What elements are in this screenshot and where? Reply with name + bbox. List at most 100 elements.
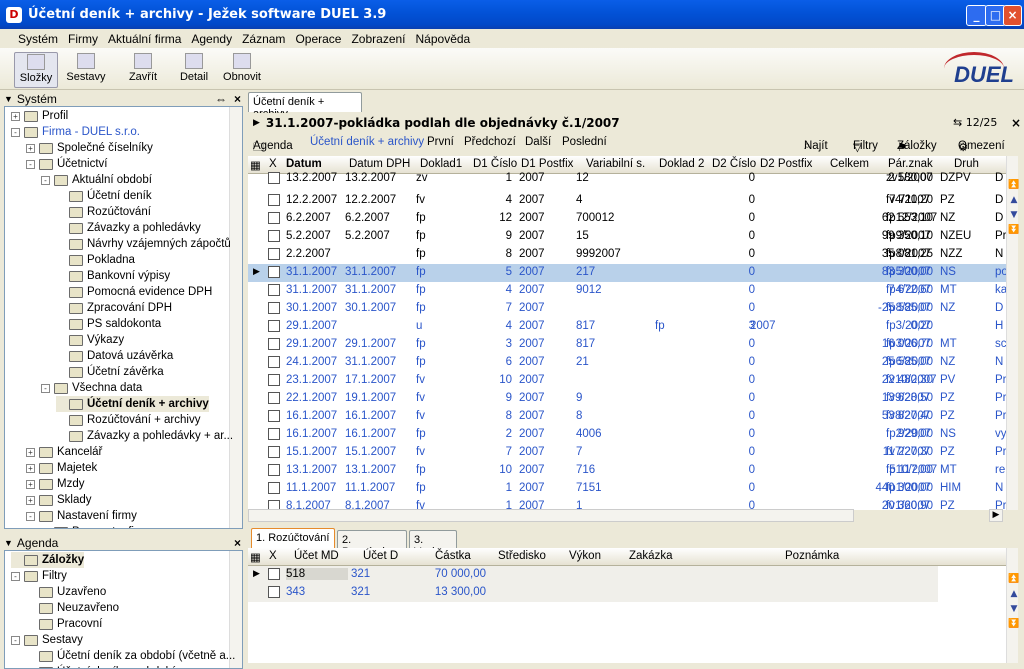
expand-toggle-icon[interactable]: - bbox=[41, 383, 50, 393]
expand-toggle-icon[interactable]: + bbox=[26, 143, 35, 153]
last-button[interactable]: Poslední bbox=[562, 136, 607, 148]
table-row[interactable]: 13.2.2007 13.2.2007 zv 1 2007 12 0 2 580,00 zv1/… bbox=[248, 170, 1006, 188]
row-checkbox[interactable] bbox=[268, 172, 280, 184]
expand-arrow-icon[interactable]: ▶ bbox=[253, 118, 260, 128]
row-checkbox[interactable] bbox=[268, 248, 280, 260]
grid-hscrollbar[interactable] bbox=[248, 509, 854, 522]
row-checkbox[interactable] bbox=[268, 482, 280, 494]
collapse-icon[interactable]: ▼ bbox=[4, 94, 13, 104]
column-header[interactable]: D1 Číslo bbox=[473, 158, 517, 170]
expand-toggle-icon[interactable]: - bbox=[26, 159, 35, 169]
menu-item[interactable]: Záznam bbox=[242, 32, 285, 46]
row-checkbox[interactable] bbox=[268, 410, 280, 422]
tree-item[interactable]: Uzavřeno bbox=[26, 584, 106, 600]
column-header[interactable]: Druh bbox=[954, 158, 979, 170]
tree-item[interactable]: Závazky a pohledávky bbox=[56, 220, 201, 236]
expand-toggle-icon[interactable]: + bbox=[26, 495, 35, 505]
refresh-button[interactable]: Obnovit bbox=[220, 52, 264, 88]
column-header[interactable]: Doklad 2 bbox=[659, 158, 704, 170]
row-checkbox[interactable] bbox=[268, 194, 280, 206]
expand-toggle-icon[interactable]: + bbox=[26, 479, 35, 489]
row-checkbox[interactable] bbox=[268, 428, 280, 440]
tree-item[interactable]: - Aktuální období bbox=[41, 172, 152, 188]
table-row[interactable]: 12.2.2007 12.2.2007 fv 4 2007 4 0 7 711,20 fv4/2… bbox=[248, 192, 1006, 210]
first-button[interactable]: První bbox=[427, 136, 454, 148]
tree-item[interactable]: Pomocná evidence DPH bbox=[56, 284, 212, 300]
tree-item[interactable]: Neuzavřeno bbox=[26, 600, 119, 616]
table-row[interactable]: 29.1.2007 u 4 2007 817 fp 3 2007 0,20 fp3/2007 H bbox=[248, 318, 1006, 336]
tree-item[interactable]: Pokladna bbox=[56, 252, 135, 268]
app-icon[interactable]: D bbox=[6, 6, 22, 23]
folders-button[interactable]: Složky bbox=[14, 52, 58, 88]
row-checkbox[interactable] bbox=[268, 464, 280, 476]
detail-button[interactable]: Detail bbox=[176, 52, 212, 88]
settings-icon[interactable]: ▦ bbox=[250, 550, 261, 564]
next-button[interactable]: Další bbox=[525, 136, 551, 148]
tree-item[interactable]: - Filtry bbox=[11, 568, 67, 584]
column-header[interactable]: Částka bbox=[435, 550, 471, 562]
table-row[interactable]: 5.2.2007 5.2.2007 fp 9 2007 15 0 99 350,10 fp9/2… bbox=[248, 228, 1006, 246]
detail-scroll-down-icon[interactable]: ▼ bbox=[1008, 604, 1020, 614]
scroll-last-icon[interactable]: ⏬ bbox=[1008, 225, 1020, 235]
tree-item[interactable]: Účetní deník + archivy bbox=[56, 396, 209, 412]
table-row[interactable]: 13.1.2007 13.1.2007 fp 10 2007 716 0 5 117,00 fp… bbox=[248, 462, 1006, 480]
table-row[interactable]: 24.1.2007 31.1.2007 fp 6 2007 21 0 25 585,00 fp6… bbox=[248, 354, 1006, 372]
tab-vazby[interactable]: 3. Vazby bbox=[409, 530, 457, 558]
close-doc-button[interactable]: Zavřít bbox=[122, 52, 164, 88]
table-row[interactable]: 15.1.2007 15.1.2007 fv 7 2007 7 0 11 227,30 fv7/… bbox=[248, 444, 1006, 462]
table-row[interactable]: 16.1.2007 16.1.2007 fv 8 2007 8 0 53 827,40 fv8/… bbox=[248, 408, 1006, 426]
tree-item[interactable]: Zpracování DPH bbox=[56, 300, 172, 316]
detail-scroll-last-icon[interactable]: ⏬ bbox=[1008, 619, 1020, 629]
row-checkbox[interactable] bbox=[268, 392, 280, 404]
menu-item[interactable]: Aktuální firma bbox=[108, 32, 181, 46]
column-header[interactable]: Středisko bbox=[498, 550, 546, 562]
tree-item[interactable]: Účetní deník za období (včetně a... bbox=[26, 648, 235, 664]
table-row[interactable]: 22.1.2007 19.1.2007 fv 9 2007 9 0 13 628,50 fv9/… bbox=[248, 390, 1006, 408]
dock-icon[interactable]: ⇔ bbox=[215, 92, 227, 106]
row-checkbox[interactable] bbox=[268, 320, 280, 332]
column-header[interactable]: Datum bbox=[286, 158, 322, 170]
scroll-right-icon[interactable]: ▶ bbox=[989, 509, 1003, 522]
tree-item[interactable]: Bankovní výpisy bbox=[56, 268, 170, 284]
expand-toggle-icon[interactable]: + bbox=[11, 111, 20, 121]
menu-item[interactable]: Operace bbox=[295, 32, 341, 46]
tree-item[interactable]: + Majetek bbox=[26, 460, 97, 476]
scroll-pagedown-icon[interactable]: ▼ bbox=[1008, 210, 1020, 220]
column-header[interactable]: Zakázka bbox=[629, 550, 672, 562]
agenda-name[interactable]: Účetní deník + archivy bbox=[310, 136, 424, 148]
row-checkbox[interactable] bbox=[268, 284, 280, 296]
column-header[interactable]: D2 Číslo bbox=[712, 158, 756, 170]
collapse-icon[interactable]: ▼ bbox=[4, 538, 13, 548]
row-checkbox[interactable] bbox=[268, 212, 280, 224]
column-header[interactable]: Poznámka bbox=[785, 550, 839, 562]
minimize-button[interactable]: _ bbox=[966, 5, 987, 26]
row-checkbox[interactable] bbox=[268, 356, 280, 368]
expand-toggle-icon[interactable]: - bbox=[11, 127, 20, 137]
scroll-first-icon[interactable]: ⏫ bbox=[1008, 180, 1020, 190]
tree-item[interactable]: Pracovní bbox=[26, 616, 102, 632]
detail-scroll-first-icon[interactable]: ⏫ bbox=[1008, 574, 1020, 584]
reports-button[interactable]: Sestavy bbox=[64, 52, 108, 88]
column-header[interactable]: Variabilní s. bbox=[586, 158, 645, 170]
row-checkbox[interactable] bbox=[268, 446, 280, 458]
row-checkbox[interactable] bbox=[268, 266, 280, 278]
tree-item[interactable]: - Nastavení firmy bbox=[26, 508, 137, 524]
tree-item[interactable]: Účetní deník za období bbox=[26, 664, 175, 668]
menu-item[interactable]: Firmy bbox=[68, 32, 98, 46]
table-row[interactable]: 23.1.2007 17.1.2007 fv 10 2007 0 22 480,30 fv10… bbox=[248, 372, 1006, 390]
tree-item[interactable]: Výkazy bbox=[56, 332, 124, 348]
expand-toggle-icon[interactable]: + bbox=[26, 447, 35, 457]
tree-item[interactable]: - Firma - DUEL s.r.o. bbox=[11, 124, 140, 140]
tree-item[interactable]: Závazky a pohledávky + ar... bbox=[56, 428, 233, 444]
table-row[interactable]: 31.1.2007 31.1.2007 fp 4 2007 9012 0 7 672,60 fp… bbox=[248, 282, 1006, 300]
menu-item[interactable]: Nápověda bbox=[416, 32, 471, 46]
tab-poznamka[interactable]: 2. Poznámka bbox=[337, 530, 407, 558]
column-header[interactable]: Výkon bbox=[569, 550, 601, 562]
expand-toggle-icon[interactable]: - bbox=[26, 511, 35, 521]
close-button[interactable]: × bbox=[1003, 5, 1022, 26]
tree-item[interactable]: Účetní závěrka bbox=[56, 364, 164, 380]
tab-ucetni-denik[interactable]: Účetní deník + archivy bbox=[248, 92, 362, 120]
tree-item[interactable]: Datová uzávěrka bbox=[56, 348, 173, 364]
table-row[interactable]: ▶ 518 321 70 000,00 bbox=[248, 566, 938, 584]
column-header[interactable]: D2 Postfix bbox=[760, 158, 812, 170]
